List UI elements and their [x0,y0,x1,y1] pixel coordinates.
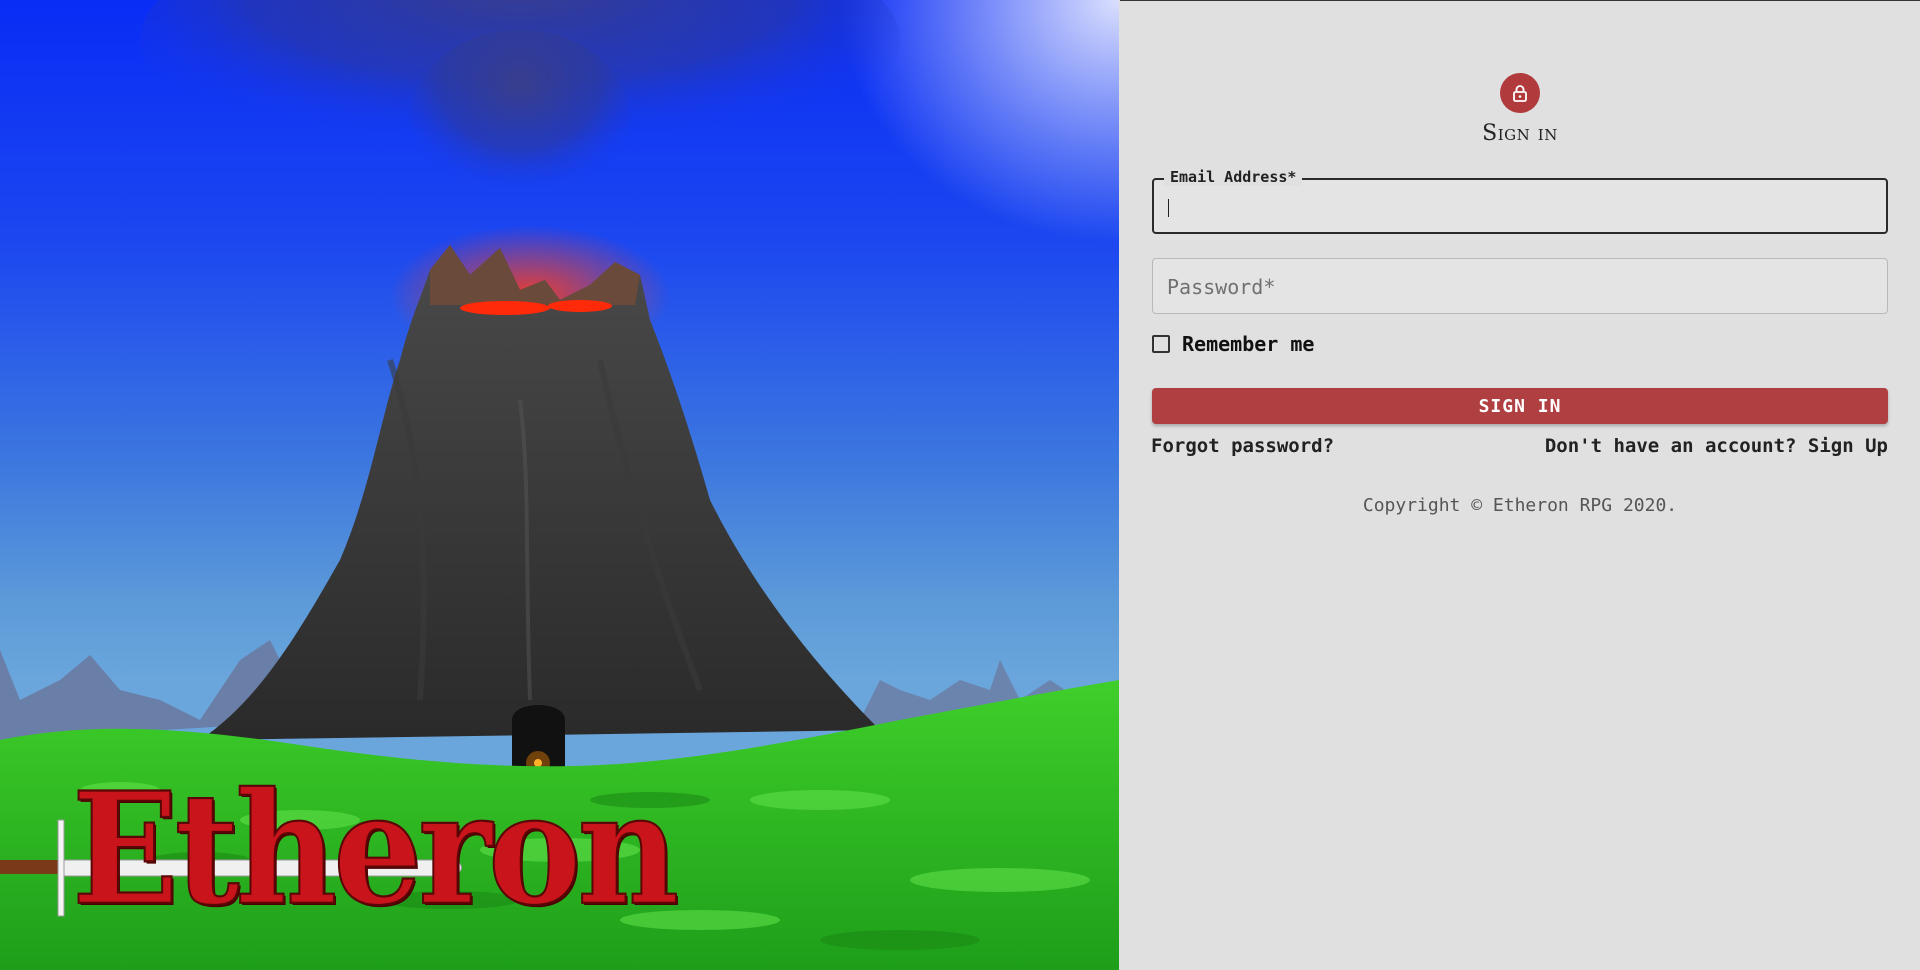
password-input[interactable] [1165,259,1875,315]
remember-label: Remember me [1182,332,1315,356]
lock-icon [1513,85,1527,102]
copyright-text: Copyright © Etheron RPG 2020. [1362,495,1678,516]
lock-avatar [1500,73,1540,113]
remember-checkbox[interactable] [1152,335,1170,353]
sword-guard [57,819,65,917]
remember-me[interactable]: Remember me [1152,332,1314,356]
hero-artwork: Etheron [0,0,1119,970]
etheron-logo: Etheron [71,759,680,941]
sign-in-button[interactable]: SIGN IN [1152,388,1888,424]
signin-panel: Sign in Email Address* Remember me SIGN … [1120,0,1920,970]
password-field[interactable] [1152,258,1888,315]
email-label: Email Address* [1164,168,1303,186]
forgot-password-link[interactable]: Forgot password? [1151,435,1334,457]
email-input[interactable] [1166,190,1874,222]
page-title: Sign in [1482,121,1558,146]
sign-up-link[interactable]: Don't have an account? Sign Up [1545,435,1888,457]
email-field[interactable]: Email Address* [1152,168,1888,234]
text-cursor [1168,199,1169,217]
